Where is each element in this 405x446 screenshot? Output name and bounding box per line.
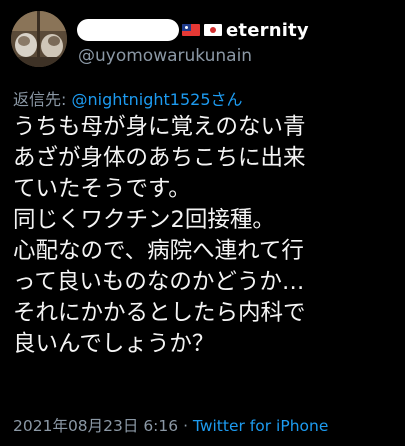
avatar[interactable]: [11, 11, 67, 67]
tweet-line: って良いものなのかどうか…: [13, 269, 305, 295]
japan-flag-icon: [204, 24, 222, 36]
tweet-line: ていたそうです。: [13, 176, 191, 202]
user-handle[interactable]: @uyomowarukunain: [78, 46, 252, 66]
tweet-line: あざが身体のあちこちに出来: [13, 145, 306, 171]
reply-to-line: 返信先: @nightnight1525さん: [13, 86, 243, 110]
tweet-line: 同じくワクチン2回接種。: [13, 207, 275, 233]
meta-separator: ·: [178, 417, 193, 435]
tweet-text: うちも母が身に覚えのない青 あざが身体のあちこちに出来 ていたそうです。 同じく…: [13, 112, 398, 360]
taiwan-flag-icon: [182, 24, 200, 36]
name-row[interactable]: eternity: [78, 18, 309, 42]
avatar-image: [11, 11, 67, 67]
tweet-header: eternity @uyomowarukunain: [8, 8, 398, 68]
reply-mention-link[interactable]: @nightnight1525さん: [71, 90, 242, 109]
tweet-line: 良いんでしょうか？: [13, 331, 215, 357]
tweet-line: 心配なので、病院へ連れて行: [13, 238, 304, 264]
tweet-line: それにかかるとしたら内科で: [13, 300, 306, 326]
source-link[interactable]: Twitter for iPhone: [193, 417, 328, 435]
tweet-line: うちも母が身に覚えのない青: [13, 114, 306, 140]
timestamp-link[interactable]: 2021年08月23日 6:16: [13, 417, 178, 435]
reply-to-prefix: 返信先:: [13, 90, 72, 109]
display-name: eternity: [226, 19, 309, 41]
redacted-name: [78, 20, 178, 40]
tweet-meta: 2021年08月23日 6:16 · Twitter for iPhone: [13, 414, 328, 436]
